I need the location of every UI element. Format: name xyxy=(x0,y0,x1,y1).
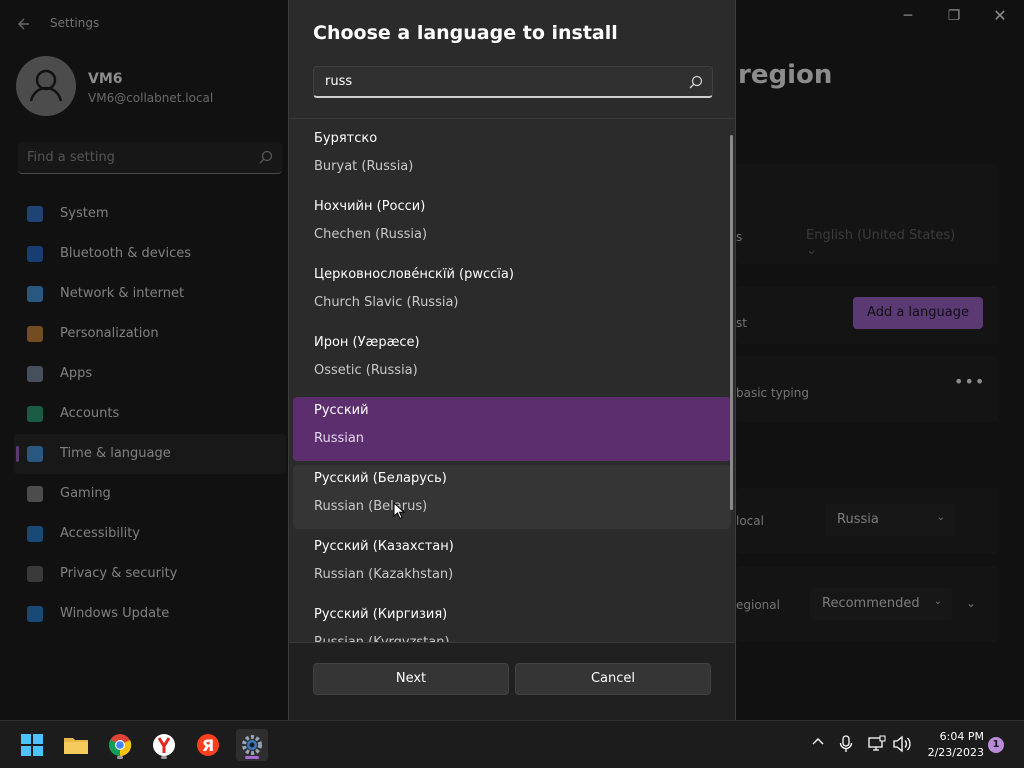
dialog-title: Choose a language to install xyxy=(313,22,618,44)
running-indicator xyxy=(117,756,123,759)
clock-time: 6:04 PM xyxy=(939,730,984,743)
network-button[interactable] xyxy=(866,735,886,755)
next-button[interactable]: Next xyxy=(313,663,509,695)
language-english-name: Russian (Belarus) xyxy=(314,499,428,514)
volume-button[interactable] xyxy=(892,735,912,755)
search-icon xyxy=(689,75,703,89)
show-hidden-icons-button[interactable] xyxy=(808,735,828,755)
language-list: Бурятско Buryat (Russia) Нохчийн (Росси) Ch… xyxy=(293,125,731,642)
language-native-name: Ирон (Уæрæсе) xyxy=(314,335,420,350)
cancel-button[interactable]: Cancel xyxy=(515,663,711,695)
start-button[interactable] xyxy=(16,729,48,761)
language-option[interactable]: Нохчийн (Росси) Chechen (Russia) xyxy=(293,193,731,257)
clock-date: 2/23/2023 xyxy=(927,746,984,759)
start-icon xyxy=(21,734,43,756)
network-icon xyxy=(868,735,886,751)
language-english-name: Ossetic (Russia) xyxy=(314,363,418,378)
scrollbar[interactable] xyxy=(730,135,733,510)
language-native-name: Русский (Казахстан) xyxy=(314,539,454,554)
language-option[interactable]: Ирон (Уæрæсе) Ossetic (Russia) xyxy=(293,329,731,393)
notification-badge[interactable]: 1 xyxy=(988,737,1004,753)
volume-icon xyxy=(893,735,911,753)
language-option[interactable]: Церковнословéнскïй (рwссïа) Church Slavic… xyxy=(293,261,731,325)
language-search-value: russ xyxy=(325,74,353,89)
language-search-input[interactable]: russ xyxy=(313,66,713,98)
chrome-button[interactable] xyxy=(104,729,136,761)
language-option[interactable]: Русский (Беларусь) Russian (Belarus) xyxy=(293,465,731,529)
language-native-name: Церковнословéнскïй (рwссïа) xyxy=(314,267,514,282)
yandex-browser-button[interactable] xyxy=(148,729,180,761)
language-english-name: Chechen (Russia) xyxy=(314,227,428,242)
yandex-icon: Я xyxy=(197,734,219,756)
settings-taskbar-button[interactable] xyxy=(236,729,268,761)
language-native-name: Нохчийн (Росси) xyxy=(314,199,426,214)
clock[interactable]: 6:04 PM 2/23/2023 xyxy=(920,729,984,761)
running-indicator xyxy=(161,756,167,759)
language-option[interactable]: Бурятско Buryat (Russia) xyxy=(293,125,731,189)
choose-language-dialog: Choose a language to install russ Бурятс… xyxy=(288,0,736,720)
language-option[interactable]: Русский (Казахстан) Russian (Kazakhstan) xyxy=(293,533,731,597)
language-english-name: Russian xyxy=(314,431,365,446)
yandex-button[interactable]: Я xyxy=(192,729,224,761)
language-english-name: Buryat (Russia) xyxy=(314,159,414,174)
language-native-name: Бурятско xyxy=(314,131,378,146)
chevron-up-icon xyxy=(812,738,824,745)
language-option[interactable]: Русский (Киргизия) Russian (Kyrgyzstan) xyxy=(293,601,731,642)
language-english-name: Russian (Kazakhstan) xyxy=(314,567,454,582)
language-native-name: Русский (Киргизия) xyxy=(314,607,448,622)
language-english-name: Russian (Kyrgyzstan) xyxy=(314,635,450,642)
desktop: Settings ─ ❐ ✕ VM6 VM6@collabnet.local F… xyxy=(0,0,1024,768)
taskbar: Я 6:04 PM 2/23/2023 1 xyxy=(0,720,1024,768)
microphone-button[interactable] xyxy=(836,735,856,755)
language-native-name: Русский (Беларусь) xyxy=(314,471,447,486)
language-native-name: Русский xyxy=(314,403,369,418)
svg-text:Я: Я xyxy=(202,736,214,755)
file-explorer-icon xyxy=(64,738,88,754)
active-indicator xyxy=(245,756,259,759)
divider xyxy=(289,118,735,119)
mouse-cursor-icon xyxy=(393,502,405,520)
microphone-icon xyxy=(839,735,853,752)
dialog-footer: Next Cancel xyxy=(289,643,735,720)
file-explorer-button[interactable] xyxy=(60,729,92,761)
language-english-name: Church Slavic (Russia) xyxy=(314,295,459,310)
language-option[interactable]: Русский Russian xyxy=(293,397,731,461)
